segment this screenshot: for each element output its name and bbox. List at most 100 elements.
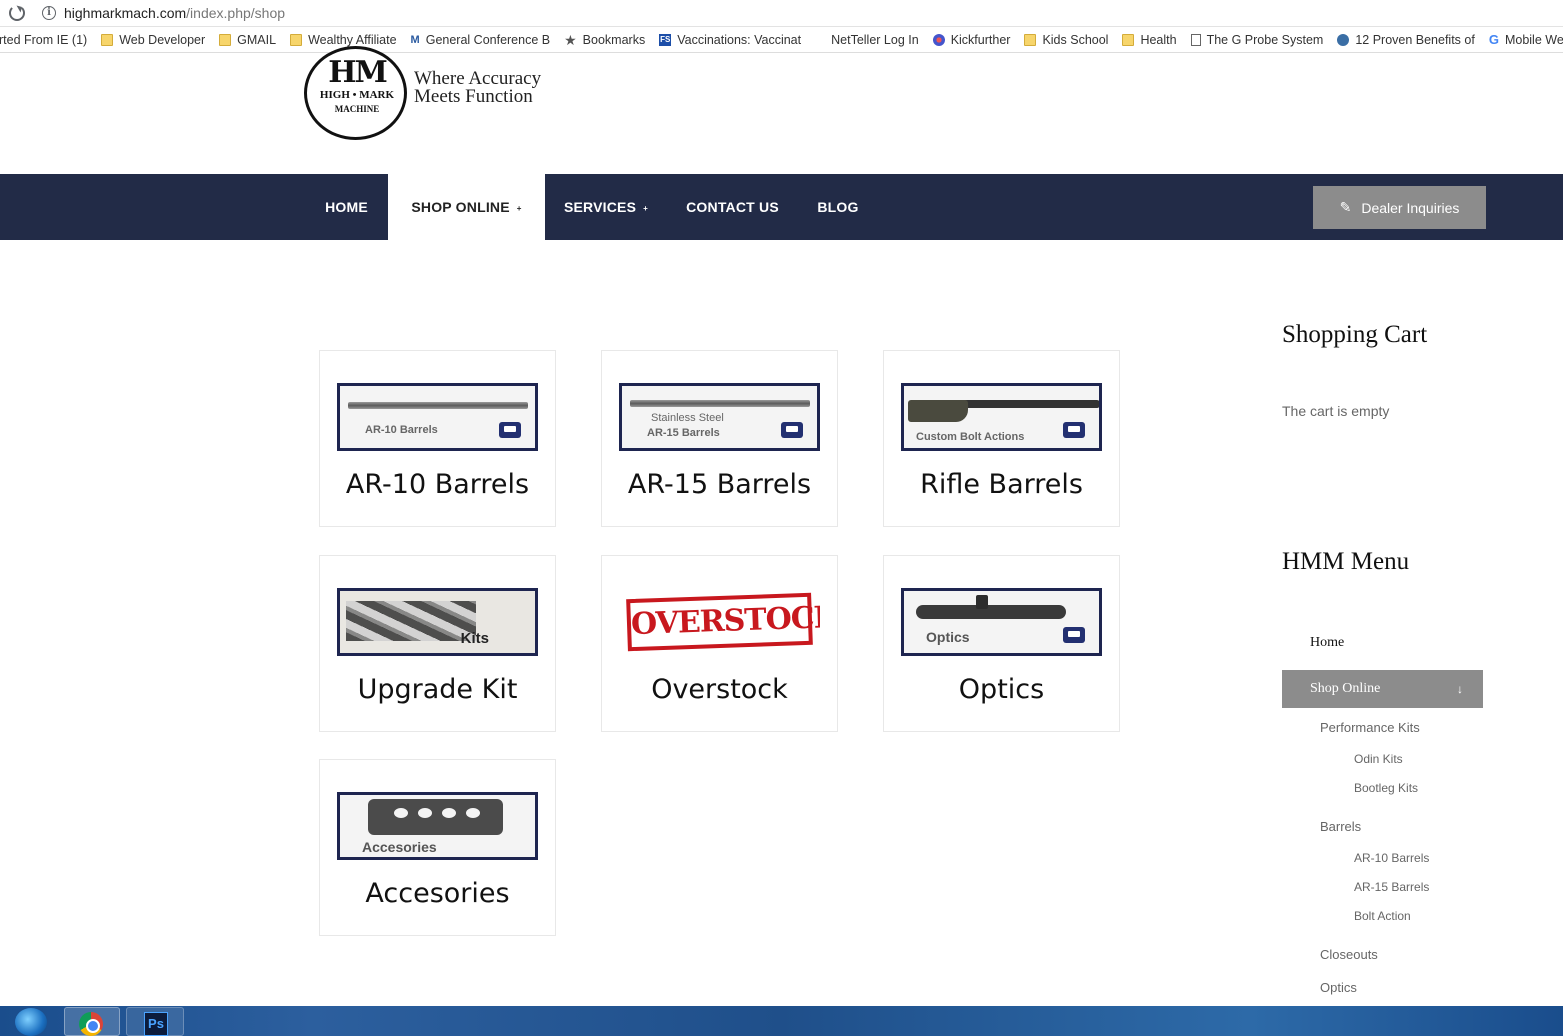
bookmark-wealthy-affiliate[interactable]: Wealthy Affiliate bbox=[283, 33, 403, 47]
bookmark-web-developer[interactable]: Web Developer bbox=[94, 33, 212, 47]
product-name[interactable]: AR-10 Barrels bbox=[320, 469, 555, 500]
menu-item-closeouts[interactable]: Closeouts bbox=[1320, 947, 1378, 962]
site-logo[interactable]: HM HIGH • MARK MACHINE Where Accuracy Me… bbox=[304, 46, 574, 144]
bookmark-kickfurther[interactable]: Kickfurther bbox=[926, 33, 1018, 47]
url-field[interactable]: highmarkmach.com/index.php/shop bbox=[64, 5, 285, 21]
pencil-icon: ✎ bbox=[1339, 199, 1352, 215]
nav-home[interactable]: HOME bbox=[305, 174, 388, 240]
taskbar-chrome[interactable] bbox=[64, 1007, 120, 1036]
dealer-inquiries-button[interactable]: ✎ Dealer Inquiries bbox=[1313, 186, 1486, 229]
bookmark-12-proven[interactable]: 12 Proven Benefits of bbox=[1330, 33, 1482, 47]
main-nav: HOME SHOP ONLINE + SERVICES + CONTACT US B… bbox=[0, 174, 1563, 240]
product-name[interactable]: Accesories bbox=[320, 878, 555, 909]
image-label: Optics bbox=[926, 629, 970, 645]
nav-shop-label: SHOP ONLINE bbox=[411, 199, 510, 215]
menu-item-performance-kits[interactable]: Performance Kits bbox=[1320, 720, 1420, 735]
image-label: Kits bbox=[460, 630, 489, 647]
photoshop-icon: Ps bbox=[144, 1012, 168, 1036]
product-tile-optics[interactable]: Optics Optics bbox=[883, 555, 1120, 732]
bookmark-netteller[interactable]: NetTeller Log In bbox=[824, 33, 926, 47]
google-icon: G bbox=[1488, 31, 1499, 47]
product-name[interactable]: Rifle Barrels bbox=[884, 469, 1119, 500]
scope-graphic bbox=[916, 605, 1066, 619]
product-image[interactable]: AR-10 Barrels bbox=[337, 383, 538, 451]
logo-emblem: HM HIGH • MARK MACHINE bbox=[304, 46, 407, 140]
bookmark-gmail[interactable]: GMAIL bbox=[212, 33, 283, 47]
product-name[interactable]: Overstock bbox=[602, 674, 837, 705]
bookmark-general-conference[interactable]: M General Conference B bbox=[404, 33, 558, 47]
folder-icon bbox=[101, 33, 114, 46]
product-image[interactable]: Optics bbox=[901, 588, 1102, 656]
nav-blog[interactable]: BLOG bbox=[798, 174, 878, 240]
start-button-icon[interactable] bbox=[15, 1008, 47, 1036]
nav-home-label: HOME bbox=[325, 199, 368, 215]
brand-mini-icon bbox=[499, 422, 521, 438]
bookmark-label: Kids School bbox=[1042, 32, 1109, 47]
product-name[interactable]: Upgrade Kit bbox=[320, 674, 555, 705]
brake-hole bbox=[418, 808, 432, 818]
info-icon[interactable]: i bbox=[42, 6, 56, 20]
product-name[interactable]: AR-15 Barrels bbox=[602, 469, 837, 500]
menu-item-bootleg-kits[interactable]: Bootleg Kits bbox=[1354, 781, 1418, 795]
bookmark-label: Vaccinations: Vaccinat bbox=[677, 32, 802, 47]
hmm-menu-title: HMM Menu bbox=[1282, 548, 1410, 575]
bookmark-kids-school[interactable]: Kids School bbox=[1017, 33, 1115, 47]
bookmark-label: Wealthy Affiliate bbox=[308, 32, 397, 47]
bookmark-label: Bookmarks bbox=[582, 32, 646, 47]
image-label-1: Stainless Steel bbox=[651, 412, 724, 424]
product-image[interactable]: Accesories bbox=[337, 792, 538, 860]
bookmark-label: Mobile Website S bbox=[1504, 32, 1563, 47]
nav-shop-online[interactable]: SHOP ONLINE + bbox=[388, 174, 545, 240]
product-image[interactable]: Kits bbox=[337, 588, 538, 656]
reload-icon[interactable] bbox=[9, 5, 25, 21]
bookmark-imported[interactable]: rted From IE (1) bbox=[0, 33, 94, 47]
product-tile-ar15[interactable]: Stainless Steel AR-15 Barrels AR-15 Barr… bbox=[601, 350, 838, 527]
nav-contact-us[interactable]: CONTACT US bbox=[667, 174, 798, 240]
stock-graphic bbox=[908, 400, 968, 422]
bookmark-mobile-website[interactable]: G Mobile Website S bbox=[1482, 33, 1563, 47]
menu-item-odin-kits[interactable]: Odin Kits bbox=[1354, 752, 1403, 766]
menu-item-shop-online[interactable]: Shop Online ↓ bbox=[1282, 670, 1483, 708]
tagline-line-2: Meets Function bbox=[414, 86, 533, 107]
product-tile-overstock[interactable]: OVERSTOCK Overstock bbox=[601, 555, 838, 732]
taskbar: Ps bbox=[0, 1006, 1563, 1036]
product-image[interactable]: Stainless Steel AR-15 Barrels bbox=[619, 383, 820, 451]
dealer-inquiries-label: Dealer Inquiries bbox=[1361, 199, 1460, 216]
menu-item-optics[interactable]: Optics bbox=[1320, 980, 1357, 995]
scope-turret-graphic bbox=[976, 595, 988, 609]
bookmark-bookmarks[interactable]: ★ Bookmarks bbox=[557, 33, 652, 47]
bookmark-vaccinations[interactable]: FS Vaccinations: Vaccinat bbox=[652, 33, 808, 47]
taskbar-photoshop[interactable]: Ps bbox=[126, 1007, 184, 1036]
bookmark-health[interactable]: Health bbox=[1115, 33, 1183, 47]
barrel-graphic bbox=[630, 400, 810, 407]
bookmark-label: Kickfurther bbox=[950, 32, 1011, 47]
nav-services-label: SERVICES bbox=[563, 199, 637, 215]
nav-blog-label: BLOG bbox=[817, 199, 859, 215]
menu-item-ar10-barrels[interactable]: AR-10 Barrels bbox=[1354, 851, 1429, 865]
logo-subtitle: HIGH • MARK bbox=[319, 89, 395, 101]
menu-item-ar15-barrels[interactable]: AR-15 Barrels bbox=[1354, 880, 1429, 894]
arrow-down-icon[interactable]: ↓ bbox=[1457, 682, 1463, 697]
menu-item-label: Shop Online bbox=[1310, 681, 1381, 696]
product-tile-accesories[interactable]: Accesories Accesories bbox=[319, 759, 556, 936]
folder-icon bbox=[1024, 33, 1037, 46]
chrome-icon bbox=[79, 1012, 103, 1036]
product-tile-rifle[interactable]: Custom Bolt Actions Rifle Barrels bbox=[883, 350, 1120, 527]
nav-services[interactable]: SERVICES + bbox=[545, 174, 667, 240]
product-image[interactable]: OVERSTOCK bbox=[619, 588, 820, 656]
product-tile-ar10[interactable]: AR-10 Barrels AR-10 Barrels bbox=[319, 350, 556, 527]
product-name[interactable]: Optics bbox=[884, 674, 1119, 705]
menu-item-home[interactable]: Home bbox=[1310, 635, 1344, 651]
product-image[interactable]: Custom Bolt Actions bbox=[901, 383, 1102, 451]
image-label-2: AR-15 Barrels bbox=[647, 427, 720, 439]
m-icon: M bbox=[410, 33, 420, 46]
globe-icon bbox=[1337, 33, 1350, 46]
brake-hole bbox=[466, 808, 480, 818]
bookmark-label: 12 Proven Benefits of bbox=[1355, 32, 1475, 47]
product-tile-upgrade-kit[interactable]: Kits Upgrade Kit bbox=[319, 555, 556, 732]
menu-item-bolt-action[interactable]: Bolt Action bbox=[1354, 909, 1411, 923]
menu-item-barrels[interactable]: Barrels bbox=[1320, 819, 1361, 834]
brand-mini-icon bbox=[1063, 422, 1085, 438]
brake-hole bbox=[394, 808, 408, 818]
bookmark-g-probe[interactable]: The G Probe System bbox=[1184, 33, 1331, 47]
